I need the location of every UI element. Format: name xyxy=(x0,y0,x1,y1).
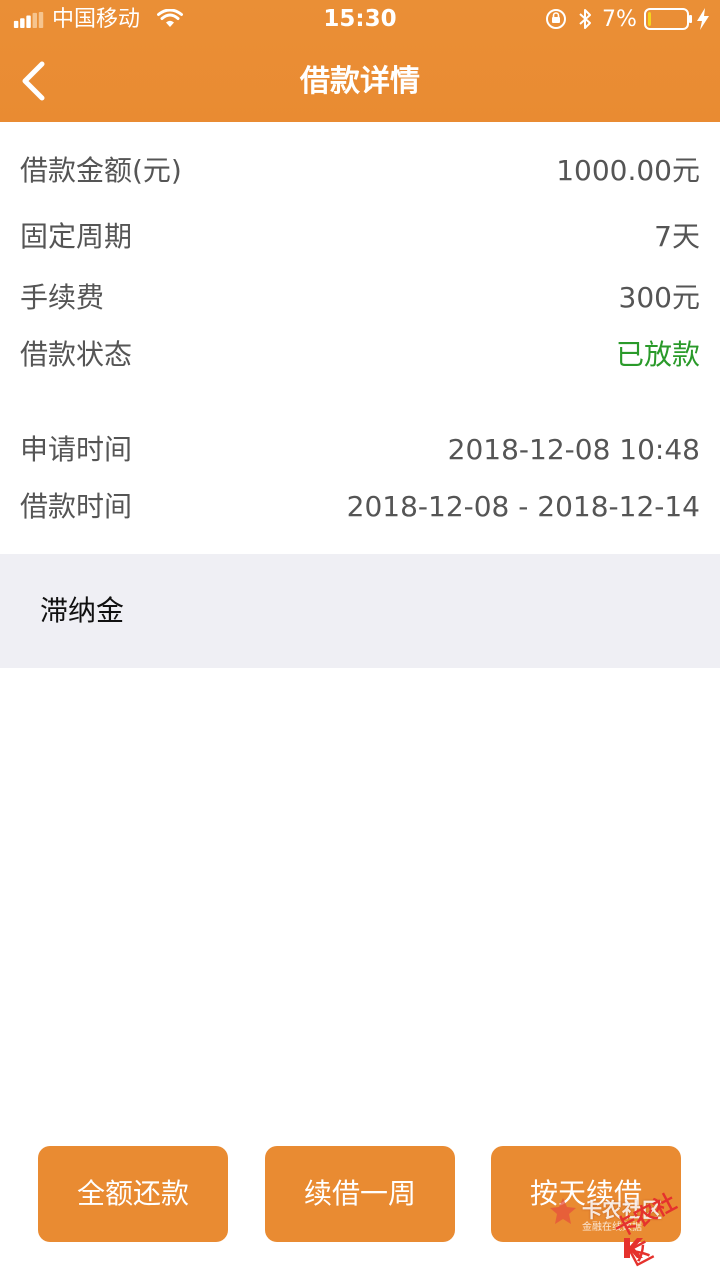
apply-time-label: 申请时间 xyxy=(20,433,133,466)
detail-row-amount: 借款金额(元) 1000.00元 xyxy=(0,146,720,196)
loan-period-value: 2018-12-08 - 2018-12-14 xyxy=(346,490,700,523)
loan-detail-screen: 中国移动 15:30 7% 借款详情 借款金额(元) 1000.00元 固定周期… xyxy=(0,0,720,1280)
period-label: 固定周期 xyxy=(20,220,133,253)
status-bar: 中国移动 15:30 7% xyxy=(0,0,720,40)
bluetooth-icon xyxy=(579,9,591,29)
loan-period-label: 借款时间 xyxy=(20,490,133,523)
period-value: 7天 xyxy=(654,220,700,253)
charging-bolt-icon xyxy=(697,8,709,30)
renew-week-button[interactable]: 续借一周 xyxy=(265,1146,455,1242)
nav-bar: 借款详情 xyxy=(0,40,720,122)
status-badge: 已放款 xyxy=(615,338,700,371)
detail-row-period: 固定周期 7天 xyxy=(0,212,720,262)
late-fee-section: 滞纳金 xyxy=(0,554,720,668)
amount-value: 1000.00元 xyxy=(556,154,700,187)
detail-row-apply-time: 申请时间 2018-12-08 10:48 xyxy=(0,425,720,475)
page-title: 借款详情 xyxy=(300,64,420,99)
header: 中国移动 15:30 7% 借款详情 xyxy=(0,0,720,122)
battery-percent: 7% xyxy=(602,7,637,32)
renew-daily-button[interactable]: 按天续借 xyxy=(491,1146,681,1242)
fee-label: 手续费 xyxy=(20,281,105,314)
fee-value: 300元 xyxy=(618,281,700,314)
amount-label: 借款金额(元) xyxy=(20,154,182,187)
status-label: 借款状态 xyxy=(20,338,133,371)
apply-time-value: 2018-12-08 10:48 xyxy=(447,433,700,466)
detail-row-status: 借款状态 已放款 xyxy=(0,330,720,380)
detail-row-fee: 手续费 300元 xyxy=(0,273,720,323)
detail-row-loan-period: 借款时间 2018-12-08 - 2018-12-14 xyxy=(0,482,720,532)
late-fee-label: 滞纳金 xyxy=(40,594,125,627)
full-repay-button[interactable]: 全额还款 xyxy=(38,1146,228,1242)
battery-icon xyxy=(644,8,692,30)
orientation-lock-icon xyxy=(546,9,566,29)
